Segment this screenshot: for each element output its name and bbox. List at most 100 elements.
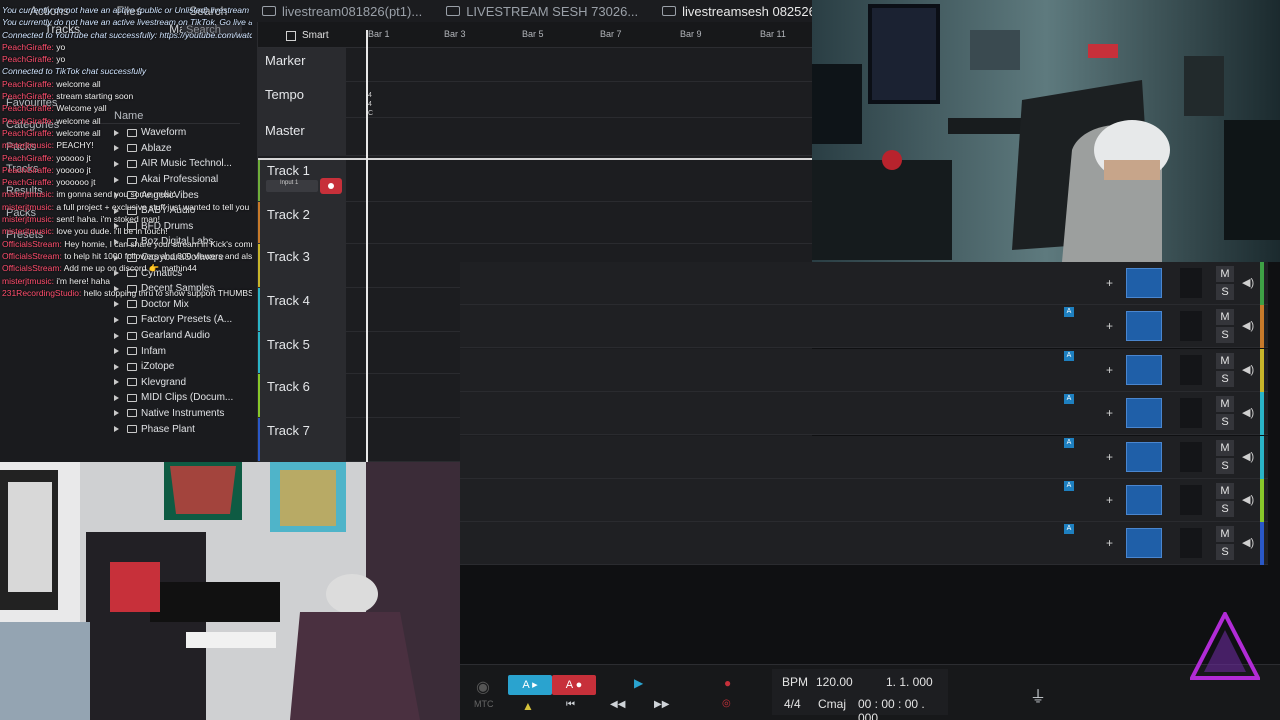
add-icon[interactable]: + [1106, 493, 1113, 507]
plug-icon[interactable]: ⏚ [1030, 683, 1046, 707]
chat-username[interactable]: PeachGiraffe: [2, 153, 54, 163]
bpm-value[interactable]: 120.00 [816, 675, 853, 689]
chat-username[interactable]: PeachGiraffe: [2, 91, 54, 101]
speaker-icon[interactable]: ◀) [1242, 406, 1254, 419]
chat-username[interactable]: PeachGiraffe: [2, 54, 54, 64]
track-header[interactable]: Track 5 [258, 332, 346, 373]
chat-username[interactable]: PeachGiraffe: [2, 42, 54, 52]
chat-username[interactable]: PeachGiraffe: [2, 177, 54, 187]
speaker-icon[interactable]: ◀) [1242, 363, 1254, 376]
track-lane[interactable]: Master [258, 118, 812, 156]
chat-username[interactable]: misterjtmusic: [2, 226, 54, 236]
add-icon[interactable]: + [1106, 319, 1113, 333]
chat-username[interactable]: OfficialsStream: [2, 263, 62, 273]
add-icon[interactable]: + [1106, 406, 1113, 420]
chat-username[interactable]: PeachGiraffe: [2, 79, 54, 89]
chat-username[interactable]: 231RecordingStudio: [2, 288, 81, 298]
track-header[interactable]: Track 4 [258, 288, 346, 331]
record-arm-button[interactable] [320, 178, 342, 194]
tab-document-3[interactable]: livestreamsesh 082526... ✕ [650, 4, 812, 19]
track-header[interactable]: Track 3 [258, 244, 346, 287]
track-lane[interactable]: Track 2 [258, 202, 812, 244]
mute-button[interactable]: M [1216, 526, 1234, 543]
warning-icon[interactable]: ▲ [522, 699, 534, 713]
play-icon[interactable]: ▶ [634, 676, 643, 690]
automation-icon[interactable]: A [1064, 437, 1074, 448]
input-selector[interactable]: Input 1 [266, 180, 318, 192]
chat-username[interactable]: misterjtmusic: [2, 189, 54, 199]
solo-button[interactable]: S [1216, 414, 1234, 431]
tab-document-2[interactable]: LIVESTREAM SESH 73026... [434, 4, 650, 19]
chat-username[interactable]: PeachGiraffe: [2, 103, 54, 113]
solo-button[interactable]: S [1216, 370, 1234, 387]
track-lane[interactable]: Tempo 4 4 C [258, 82, 812, 118]
chat-username[interactable]: OfficialsStream: [2, 239, 62, 249]
mute-button[interactable]: M [1216, 266, 1234, 282]
metronome-icon[interactable]: ◉ [476, 677, 490, 697]
mute-button[interactable]: M [1216, 309, 1234, 326]
speaker-icon[interactable]: ◀) [1242, 450, 1254, 463]
automation-icon[interactable]: A [1064, 481, 1074, 491]
automation-icon[interactable]: A [1064, 350, 1074, 361]
rewind-icon[interactable]: ◀◀ [610, 699, 625, 710]
solo-button[interactable]: S [1216, 501, 1234, 517]
tab-document-1[interactable]: livestream081826(pt1)... [250, 4, 434, 19]
position-value[interactable]: 1. 1. 000 [886, 675, 933, 689]
record-icon[interactable]: ● [724, 676, 731, 690]
automation-icon[interactable]: A [1064, 307, 1074, 318]
mute-button[interactable]: M [1216, 483, 1234, 499]
add-icon[interactable]: + [1106, 450, 1113, 464]
track-lane[interactable]: Marker [258, 48, 812, 82]
automation-icon[interactable]: A [1064, 394, 1074, 405]
loop-toggle[interactable]: A ▸ [508, 675, 552, 695]
fast-forward-icon[interactable]: ▶▶ [654, 699, 669, 710]
skip-start-icon[interactable]: ⏮ [566, 699, 575, 710]
add-icon[interactable]: + [1106, 363, 1113, 377]
time-value[interactable]: 00 : 00 : 00 . 000 [858, 697, 948, 720]
track-lane[interactable]: Track 1 Input 1 [258, 158, 812, 202]
mute-button[interactable]: M [1216, 396, 1234, 413]
chat-username[interactable]: PeachGiraffe: [2, 165, 54, 175]
track-header[interactable]: Track 7 [258, 418, 346, 461]
key-value[interactable]: Cmaj [818, 697, 846, 711]
waveform-thumbnail[interactable] [1126, 441, 1162, 472]
waveform-thumbnail[interactable] [1126, 268, 1162, 298]
speaker-icon[interactable]: ◀) [1242, 493, 1254, 506]
solo-button[interactable]: S [1216, 284, 1234, 300]
add-icon[interactable]: + [1106, 536, 1113, 550]
track-header[interactable]: Marker [258, 48, 346, 81]
time-signature[interactable]: 4/4 [784, 697, 801, 711]
punch-icon[interactable]: ◎ [722, 698, 731, 709]
waveform-thumbnail[interactable] [1126, 528, 1162, 559]
automation-icon[interactable]: A [1064, 524, 1074, 535]
playhead[interactable] [366, 30, 368, 462]
waveform-thumbnail[interactable] [1126, 354, 1162, 385]
solo-button[interactable]: S [1216, 544, 1234, 561]
add-icon[interactable]: + [1106, 276, 1113, 290]
smart-tool[interactable]: Smart [286, 30, 329, 41]
track-header[interactable]: Track 6 [258, 374, 346, 417]
solo-button[interactable]: S [1216, 327, 1234, 344]
solo-button[interactable]: S [1216, 457, 1234, 474]
waveform-thumbnail[interactable] [1126, 485, 1162, 515]
track-header[interactable]: Tempo [258, 82, 346, 117]
speaker-icon[interactable]: ◀) [1242, 319, 1254, 332]
mute-button[interactable]: M [1216, 439, 1234, 456]
chat-username[interactable]: OfficialsStream: [2, 251, 62, 261]
track-header[interactable]: Track 2 [258, 202, 346, 243]
speaker-icon[interactable]: ◀) [1242, 536, 1254, 549]
chat-username[interactable]: PeachGiraffe: [2, 116, 54, 126]
record-mode-toggle[interactable]: A ● [552, 675, 596, 695]
chat-username[interactable]: PeachGiraffe: [2, 128, 54, 138]
chat-text: yooooo jt [56, 152, 91, 163]
chat-username[interactable]: misterjtmusic: [2, 276, 54, 286]
waveform-thumbnail[interactable] [1126, 311, 1162, 342]
speaker-icon[interactable]: ◀) [1242, 276, 1254, 289]
chat-username[interactable]: misterjtmusic: [2, 214, 54, 224]
mute-button[interactable]: M [1216, 352, 1234, 369]
waveform-thumbnail[interactable] [1126, 398, 1162, 429]
timeline-ruler[interactable]: Smart Bar 1 Bar 3 Bar 5 Bar 7 Bar 9 Bar 11 [258, 22, 812, 48]
track-header[interactable]: Master [258, 118, 346, 155]
chat-username[interactable]: misterjtmusic: [2, 140, 54, 150]
chat-username[interactable]: misterjtmusic: [2, 202, 54, 212]
